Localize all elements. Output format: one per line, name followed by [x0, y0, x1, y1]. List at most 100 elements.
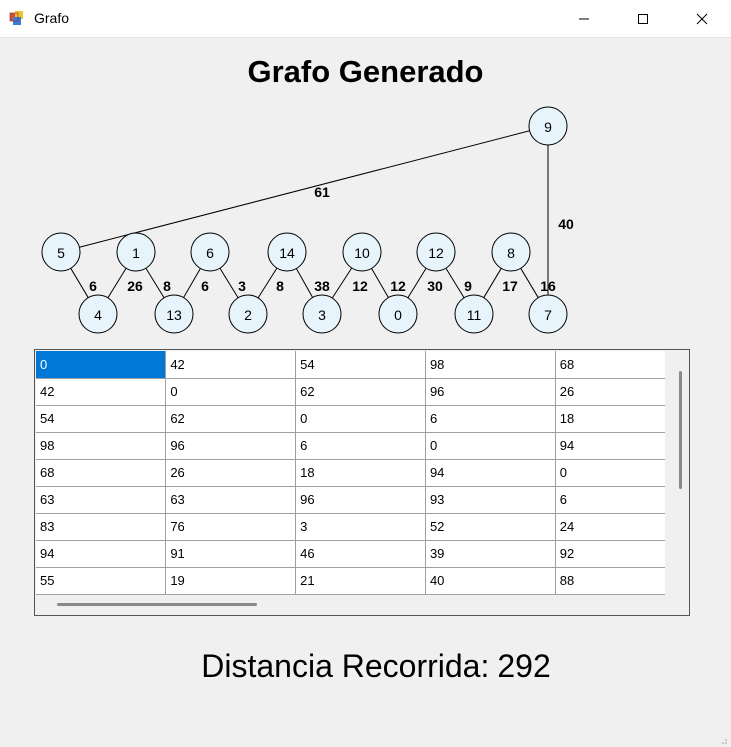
- table-cell[interactable]: 96: [295, 486, 426, 514]
- table-row: 546206189: [36, 405, 665, 433]
- graph-node-label: 7: [544, 307, 552, 323]
- graph-node-label: 12: [428, 245, 444, 261]
- graph-edge-6-2: [219, 267, 239, 299]
- table-cell[interactable]: 0: [425, 432, 556, 460]
- table-cell[interactable]: 0: [295, 405, 426, 433]
- graph-edge-14-3: [295, 268, 314, 298]
- edge-weight-label: 61: [314, 184, 330, 200]
- graph-edge-12-11: [445, 267, 465, 299]
- table-cell[interactable]: 88: [555, 567, 665, 595]
- edge-weight-label: 26: [127, 278, 143, 294]
- graph-node-1: 1: [116, 232, 156, 272]
- horizontal-scroll-thumb[interactable]: [57, 603, 257, 606]
- table-cell[interactable]: 63: [36, 486, 167, 514]
- table-row: 8376352244: [36, 513, 665, 541]
- table-cell[interactable]: 18: [555, 405, 665, 433]
- graph-node-label: 10: [354, 245, 370, 261]
- table-cell[interactable]: 26: [555, 378, 665, 406]
- horizontal-scrollbar[interactable]: [36, 595, 688, 615]
- graph-edge-1-13: [145, 267, 165, 299]
- graph-canvas: 61406 26 8 6 3 8 38 12 12 30 9 17 16 95 1 6 14 10 12 84 13 2…: [41, 106, 574, 334]
- table-cell[interactable]: 3: [295, 513, 426, 541]
- table-cell[interactable]: 62: [295, 378, 426, 406]
- table-row: 636396936(: [36, 486, 665, 514]
- table-cell[interactable]: 96: [165, 432, 297, 460]
- edge-weight-label: 30: [427, 278, 443, 294]
- distance-value: 292: [497, 648, 551, 684]
- graph-node-label: 2: [244, 307, 252, 323]
- edge-weight-label: 40: [558, 216, 574, 232]
- graph-node-13: 13: [154, 294, 194, 334]
- table-cell[interactable]: 19: [165, 567, 297, 595]
- edge-weight-label: 9: [464, 278, 472, 294]
- table-cell[interactable]: 68: [555, 351, 665, 379]
- graph-node-0: 0: [378, 294, 418, 334]
- table-cell[interactable]: 94: [555, 432, 665, 460]
- table-cell[interactable]: 21: [295, 567, 426, 595]
- table-cell[interactable]: 55: [36, 567, 167, 595]
- table-cell[interactable]: 62: [165, 405, 297, 433]
- graph-node-label: 4: [94, 307, 102, 323]
- table-cell[interactable]: 46: [295, 540, 426, 568]
- table-cell[interactable]: 6: [555, 486, 665, 514]
- table-cell[interactable]: 40: [425, 567, 556, 595]
- table-cell[interactable]: 76: [165, 513, 297, 541]
- graph-edge-11-8: [483, 268, 502, 298]
- edge-weight-label: 38: [314, 278, 330, 294]
- table-cell[interactable]: 26: [165, 459, 297, 487]
- table-cell[interactable]: 42: [36, 378, 167, 406]
- graph-edge-4-1: [107, 267, 127, 299]
- graph-node-11: 11: [454, 294, 494, 334]
- table-cell[interactable]: 91: [165, 540, 297, 568]
- table-row: 55192140887: [36, 567, 665, 595]
- graph-edge-5-4: [70, 268, 89, 298]
- table-cell[interactable]: 92: [555, 540, 665, 568]
- table-cell[interactable]: 54: [295, 351, 426, 379]
- edge-weight-label: 3: [238, 278, 246, 294]
- matrix-table: 042549868(420629626(54620618998966094968…: [36, 351, 665, 595]
- graph-node-9: 9: [528, 106, 568, 146]
- graph-node-6: 6: [190, 232, 230, 272]
- distance-matrix-grid[interactable]: 042549868(420629626(54620618998966094968…: [34, 349, 690, 616]
- edge-weight-label: 12: [390, 278, 406, 294]
- table-cell[interactable]: 6: [295, 432, 426, 460]
- resize-grip-icon[interactable]: [719, 736, 727, 744]
- table-cell[interactable]: 94: [425, 459, 556, 487]
- table-cell[interactable]: 0: [165, 378, 297, 406]
- edge-weight-label: 12: [352, 278, 368, 294]
- graph-node-label: 9: [544, 119, 552, 135]
- table-cell[interactable]: 98: [425, 351, 556, 379]
- edge-weight-label: 8: [276, 278, 284, 294]
- selected-table-cell[interactable]: 0: [36, 351, 167, 379]
- table-cell[interactable]: 42: [165, 351, 297, 379]
- graph-node-label: 11: [467, 307, 482, 323]
- graph-node-label: 1: [132, 245, 140, 261]
- table-cell[interactable]: 63: [165, 486, 297, 514]
- table-cell[interactable]: 18: [295, 459, 426, 487]
- distance-label: Distancia Recorrida:: [201, 648, 490, 684]
- table-cell[interactable]: 68: [36, 459, 167, 487]
- vertical-scroll-thumb[interactable]: [679, 371, 682, 489]
- graph-node-7: 7: [528, 294, 568, 334]
- graph-edge-3-10: [331, 267, 353, 299]
- table-cell[interactable]: 6: [425, 405, 556, 433]
- edge-weight-label: 16: [540, 278, 556, 294]
- table-cell[interactable]: 39: [425, 540, 556, 568]
- table-cell[interactable]: 96: [425, 378, 556, 406]
- table-cell[interactable]: 24: [555, 513, 665, 541]
- graph-node-8: 8: [491, 232, 531, 272]
- graph-node-label: 14: [279, 245, 295, 261]
- graph-node-2: 2: [228, 294, 268, 334]
- edge-weight-label: 8: [163, 278, 171, 294]
- table-cell[interactable]: 0: [555, 459, 665, 487]
- table-cell[interactable]: 98: [36, 432, 167, 460]
- table-cell[interactable]: 93: [425, 486, 556, 514]
- table-cell[interactable]: 94: [36, 540, 167, 568]
- vertical-scrollbar[interactable]: [666, 351, 688, 595]
- table-cell[interactable]: 54: [36, 405, 167, 433]
- table-row: 420629626(: [36, 378, 665, 406]
- graph-node-12: 12: [416, 232, 456, 272]
- table-cell[interactable]: 83: [36, 513, 167, 541]
- distance-summary: Distancia Recorrida: 292: [0, 648, 731, 685]
- table-cell[interactable]: 52: [425, 513, 556, 541]
